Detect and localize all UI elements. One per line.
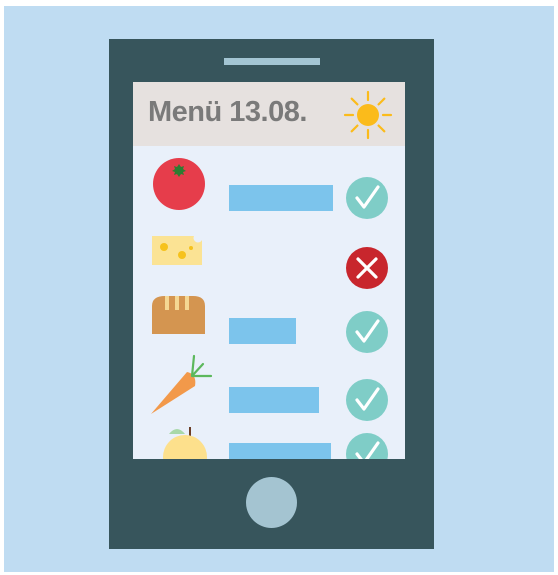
check-icon[interactable]: [345, 432, 389, 459]
bread-icon: [152, 296, 205, 334]
item-bar: [229, 443, 331, 459]
speaker-slot: [224, 58, 320, 65]
apple-icon: [163, 427, 207, 459]
carrot-icon: [151, 354, 213, 414]
check-icon[interactable]: [345, 310, 389, 354]
menu-row-carrot: [133, 354, 405, 421]
menu-row-cheese: [133, 224, 405, 289]
item-bar: [229, 387, 319, 413]
menu-row-tomato: [133, 152, 405, 219]
menu-row-bread: [133, 292, 405, 354]
home-button[interactable]: [246, 477, 297, 528]
sun-icon: [343, 90, 393, 140]
menu-row-apple: [133, 424, 405, 459]
smartphone: Menü 13.08.: [109, 39, 434, 549]
close-icon[interactable]: [345, 246, 389, 290]
item-bar: [229, 185, 333, 211]
phone-screen: Menü 13.08.: [133, 82, 405, 459]
item-bar: [229, 318, 296, 344]
cheese-icon: [152, 236, 202, 265]
tomato-icon: [153, 158, 205, 210]
menu-title: Menü 13.08.: [148, 96, 307, 128]
menu-header: Menü 13.08.: [133, 82, 405, 146]
check-icon[interactable]: [345, 378, 389, 422]
check-icon[interactable]: [345, 176, 389, 220]
